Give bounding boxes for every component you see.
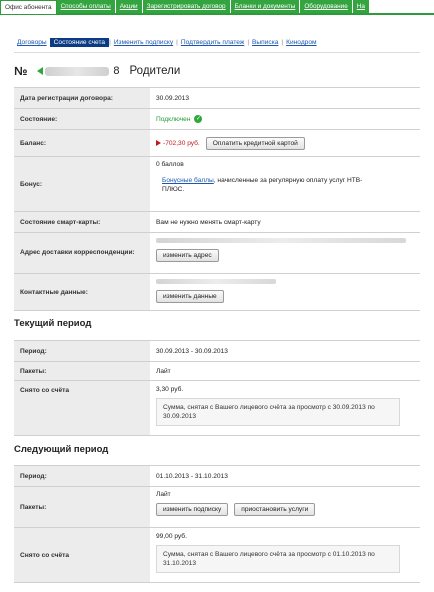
label: Контактные данные: xyxy=(14,274,150,310)
charged-amount: 99,00 руб. xyxy=(156,533,187,540)
row-smartcard: Состояние смарт-карты: Вам не нужно меня… xyxy=(14,212,420,233)
row-period: Период: 01.10.2013 - 31.10.2013 xyxy=(14,466,420,487)
tab-subscriber-office[interactable]: Офис абонента xyxy=(0,0,57,14)
tab-more[interactable]: На xyxy=(352,0,370,13)
value: Подключен ✓ xyxy=(150,109,420,129)
contract-number-redacted xyxy=(45,66,110,76)
label: Бонус: xyxy=(14,157,150,211)
row-registration-date: Дата регистрации договора: 30.09.2013 xyxy=(14,88,420,109)
top-navigation: Офис абонента Способы оплаты Акции Зарег… xyxy=(0,0,434,15)
current-period-title: Текущий период xyxy=(14,318,92,329)
bonus-points-link[interactable]: Бонусные баллы xyxy=(162,177,214,184)
charged-note: Сумма, снятая с Вашего лицевого счёта за… xyxy=(156,398,400,426)
packages-value: Лайт xyxy=(156,367,171,375)
tab-promotions[interactable]: Акции xyxy=(115,0,143,13)
label: Состояние: xyxy=(14,109,150,129)
charged-amount: 3,30 руб. xyxy=(156,386,184,393)
value: -702,30 руб. Оплатить кредитной картой xyxy=(150,130,420,156)
contract-number-sign: № xyxy=(14,64,28,78)
value: 01.10.2013 - 31.10.2013 xyxy=(150,466,420,486)
suspend-services-button[interactable]: приостановить услуги xyxy=(234,503,316,516)
arrow-right-icon xyxy=(156,140,161,146)
label: Баланс: xyxy=(14,130,150,156)
subnav-contracts[interactable]: Договоры xyxy=(14,39,50,46)
period-value: 30.09.2013 - 30.09.2013 xyxy=(156,347,228,355)
value: 0 баллов Бонусные баллы, начисленные за … xyxy=(150,157,420,211)
subnav-statement[interactable]: Выписка xyxy=(249,39,281,46)
status-text: Подключен xyxy=(156,115,191,123)
contacts-redacted xyxy=(156,279,276,284)
tab-equipment[interactable]: Оборудование xyxy=(300,0,353,13)
next-period-table: Период: 01.10.2013 - 31.10.2013 Пакеты: … xyxy=(14,465,420,583)
contract-heading: № 8 Родители xyxy=(14,64,180,78)
label: Состояние смарт-карты: xyxy=(14,212,150,232)
label: Снято со счёта xyxy=(14,528,150,582)
subnav-confirm-payment[interactable]: Подтвердить платеж xyxy=(178,39,247,46)
contract-name: Родители xyxy=(129,65,181,77)
value: Лайт изменить подписку приостановить усл… xyxy=(150,487,420,527)
change-address-button[interactable]: изменить адрес xyxy=(156,249,219,262)
address-redacted xyxy=(156,238,406,243)
row-bonus: Бонус: 0 баллов Бонусные баллы, начислен… xyxy=(14,157,420,212)
smartcard-state: Вам не нужно менять смарт-карту xyxy=(156,218,261,226)
row-state: Состояние: Подключен ✓ xyxy=(14,109,420,130)
row-period: Период: 30.09.2013 - 30.09.2013 xyxy=(14,341,420,362)
subnav-account-state[interactable]: Состояние счета xyxy=(49,38,110,47)
label: Период: xyxy=(14,341,150,361)
value: Вам не нужно менять смарт-карту xyxy=(150,212,420,232)
row-contacts: Контактные данные: изменить данные xyxy=(14,274,420,311)
contract-number-suffix: 8 xyxy=(113,65,120,77)
divider xyxy=(14,52,420,53)
row-packages: Пакеты: Лайт изменить подписку приостано… xyxy=(14,487,420,528)
check-icon: ✓ xyxy=(194,115,203,123)
account-table: Дата регистрации договора: 30.09.2013 Со… xyxy=(14,87,420,311)
change-contacts-button[interactable]: изменить данные xyxy=(156,290,224,303)
value: изменить данные xyxy=(150,274,420,310)
value: 30.09.2013 - 30.09.2013 xyxy=(150,341,420,361)
value: 99,00 руб. Сумма, снятая с Вашего лицево… xyxy=(150,528,420,582)
bonus-points: 0 баллов xyxy=(156,161,184,168)
packages-value: Лайт xyxy=(156,491,171,498)
current-period-table: Период: 30.09.2013 - 30.09.2013 Пакеты: … xyxy=(14,340,420,436)
label: Пакеты: xyxy=(14,487,150,527)
balance-amount: -702,30 руб. xyxy=(163,139,200,147)
subnav-kinodrom[interactable]: Кинодром xyxy=(283,39,319,46)
tab-payment-methods[interactable]: Способы оплаты xyxy=(56,0,116,13)
period-value: 01.10.2013 - 31.10.2013 xyxy=(156,472,228,480)
row-packages: Пакеты: Лайт xyxy=(14,362,420,381)
value: Лайт xyxy=(150,362,420,380)
pay-by-card-button[interactable]: Оплатить кредитной картой xyxy=(205,136,305,150)
label: Дата регистрации договора: xyxy=(14,88,150,108)
registration-date: 30.09.2013 xyxy=(156,94,190,102)
label: Период: xyxy=(14,466,150,486)
tab-register-contract[interactable]: Зарегистрировать договор xyxy=(142,0,231,13)
row-charged: Снято со счёта 99,00 руб. Сумма, снятая … xyxy=(14,528,420,583)
change-subscription-button[interactable]: изменить подписку xyxy=(156,503,229,516)
value: 3,30 руб. Сумма, снятая с Вашего лицевог… xyxy=(150,381,420,435)
value: 30.09.2013 xyxy=(150,88,420,108)
value: изменить адрес xyxy=(150,233,420,273)
charged-note: Сумма, снятая с Вашего лицевого счёта за… xyxy=(156,545,400,573)
sub-navigation: Договоры Состояние счета | Изменить подп… xyxy=(14,38,320,47)
row-balance: Баланс: -702,30 руб. Оплатить кредитной … xyxy=(14,130,420,157)
triangle-left-icon xyxy=(37,67,44,75)
tab-forms-documents[interactable]: Бланки и документы xyxy=(230,0,301,13)
row-charged: Снято со счёта 3,30 руб. Сумма, снятая с… xyxy=(14,381,420,436)
label: Адрес доставки корреспонденции: xyxy=(14,233,150,273)
label: Снято со счёта xyxy=(14,381,150,435)
next-period-title: Следующий период xyxy=(14,444,109,455)
row-address: Адрес доставки корреспонденции: изменить… xyxy=(14,233,420,274)
label: Пакеты: xyxy=(14,362,150,380)
bonus-description: Бонусные баллы, начисленные за регулярну… xyxy=(156,177,382,194)
subnav-change-subscription[interactable]: Изменить подписку xyxy=(111,39,176,46)
